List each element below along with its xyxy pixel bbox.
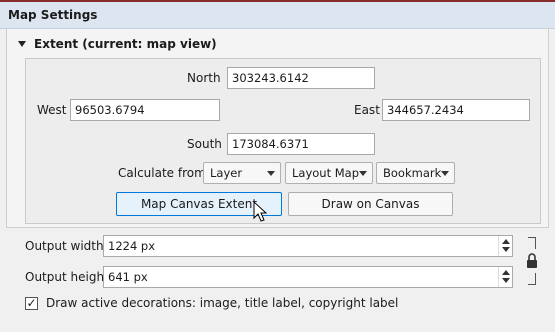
mouse-cursor-icon	[253, 201, 268, 222]
chevron-down-icon	[359, 171, 367, 176]
output-height-value: 641 px	[108, 270, 148, 284]
chevron-down-icon	[267, 171, 275, 176]
draw-decorations-checkbox[interactable]: ✓	[25, 297, 38, 310]
west-label: West	[37, 103, 67, 117]
lock-icon[interactable]	[525, 251, 539, 271]
east-label: East	[354, 103, 380, 117]
output-width-spinbox[interactable]: 1224 px	[103, 235, 513, 257]
south-input[interactable]: 173084.6371	[227, 133, 375, 155]
west-input[interactable]: 96503.6794	[70, 99, 220, 121]
layer-combo-label: Layer	[210, 166, 243, 180]
collapse-triangle-icon	[18, 41, 26, 47]
north-input[interactable]: 303243.6142	[227, 67, 375, 89]
spin-arrows-icon[interactable]	[498, 267, 512, 287]
aspect-link-bracket-top	[528, 237, 536, 249]
calculate-from-label: Calculate from	[118, 166, 206, 180]
layout-map-combo[interactable]: Layout Map	[285, 162, 373, 184]
spin-arrows-icon[interactable]	[498, 236, 512, 256]
north-label: North	[187, 71, 221, 85]
layout-map-combo-label: Layout Map	[292, 166, 360, 180]
section-title: Map Settings	[8, 8, 98, 22]
bookmark-combo[interactable]: Bookmark	[376, 162, 455, 184]
bookmark-combo-label: Bookmark	[383, 166, 442, 180]
aspect-link-bracket-bottom	[528, 273, 536, 285]
south-label: South	[187, 137, 222, 151]
output-width-value: 1224 px	[108, 239, 156, 253]
output-width-label: Output width	[25, 239, 104, 253]
draw-on-canvas-button[interactable]: Draw on Canvas	[288, 192, 453, 216]
output-height-spinbox[interactable]: 641 px	[103, 266, 513, 288]
chevron-down-icon	[441, 171, 449, 176]
extent-group-title: Extent (current: map view)	[34, 37, 217, 51]
layer-combo[interactable]: Layer	[203, 162, 281, 184]
output-height-label: Output height	[25, 270, 109, 284]
draw-decorations-label: Draw active decorations: image, title la…	[46, 296, 399, 310]
east-input[interactable]: 344657.2434	[382, 99, 530, 121]
extent-group-toggle[interactable]: Extent (current: map view)	[18, 37, 217, 51]
section-header: Map Settings	[0, 2, 555, 29]
